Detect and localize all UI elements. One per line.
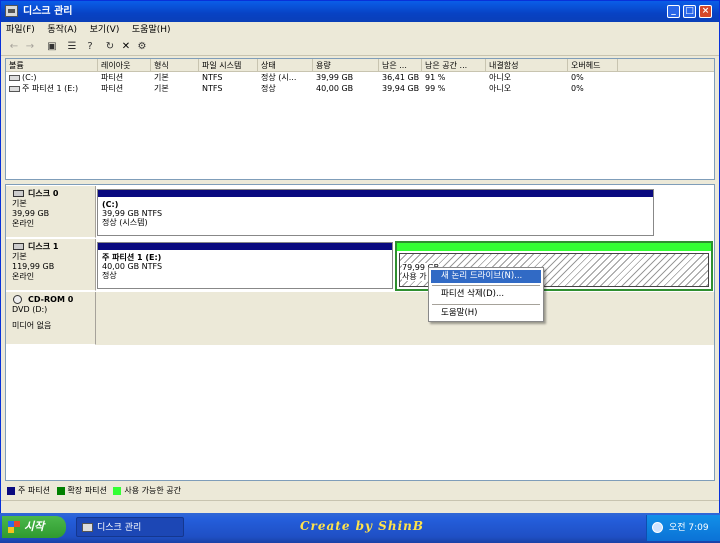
column-status[interactable]: 상태 <box>258 59 313 72</box>
windows-flag-icon <box>8 521 20 533</box>
disk-management-icon <box>82 523 93 532</box>
column-type[interactable]: 형식 <box>151 59 199 72</box>
legend-swatch-primary <box>7 486 15 495</box>
partition-e[interactable]: 주 파티션 1 (E:) 40,00 GB NTFS 정상 <box>97 242 393 289</box>
window-title: 디스크 관리 <box>23 6 73 17</box>
menu-help-item[interactable]: 도움말(H) <box>431 307 541 320</box>
disk-management-window: 디스크 관리 _ □ × 파일(F) 동작(A) 보기(V) 도움말(H) ← … <box>0 0 720 513</box>
tray-status-icon[interactable] <box>652 522 663 533</box>
column-file-system[interactable]: 파일 시스템 <box>199 59 258 72</box>
maximize-button[interactable]: □ <box>683 5 696 18</box>
menu-separator <box>432 285 540 286</box>
start-button[interactable]: 시작 <box>2 516 66 538</box>
cdrom-0-label[interactable]: CD-ROM 0 DVD (D:) 미디어 없음 <box>6 292 96 345</box>
system-tray: 오전 7:09 <box>646 515 720 541</box>
volume-list: 볼륨 레이아웃 형식 파일 시스템 상태 용량 남은 ... 남은 공간 ...… <box>5 58 715 180</box>
toolbar: ← → ▣ ☰ ? ↻ ✕ ⚙ <box>1 38 719 56</box>
status-bar <box>1 500 719 513</box>
cd-drive-icon <box>13 295 22 304</box>
disk-graphical-view: 디스크 0 기본 39,99 GB 온라인 (C:) 39,99 GB NTFS… <box>5 184 715 481</box>
menu-view[interactable]: 보기(V) <box>85 22 125 38</box>
menu-action[interactable]: 동작(A) <box>42 22 82 38</box>
column-free-space[interactable]: 남은 ... <box>379 59 422 72</box>
column-overhead[interactable]: 오버헤드 <box>568 59 618 72</box>
legend-swatch-free <box>113 486 122 495</box>
taskbar-item-disk-management[interactable]: 디스크 관리 <box>76 517 184 537</box>
title-bar[interactable]: 디스크 관리 _ □ × <box>1 1 719 22</box>
close-button[interactable]: × <box>699 5 712 18</box>
minimize-button[interactable]: _ <box>667 5 680 18</box>
legend-swatch-extended <box>56 486 65 495</box>
taskbar: 시작 디스크 관리 Create by ShinB 오전 7:09 <box>0 513 720 543</box>
properties-icon[interactable]: ☰ <box>65 40 79 54</box>
forward-arrow-icon[interactable]: → <box>23 40 37 54</box>
hard-disk-icon <box>13 190 24 197</box>
primary-partition-bar <box>98 243 392 250</box>
back-arrow-icon[interactable]: ← <box>7 40 21 54</box>
menu-separator <box>432 304 540 305</box>
primary-partition-bar <box>98 190 653 197</box>
volume-icon <box>9 85 20 92</box>
cdrom-empty-area <box>96 292 714 345</box>
column-layout[interactable]: 레이아웃 <box>98 59 151 72</box>
console-icon[interactable]: ▣ <box>45 40 59 54</box>
menu-new-logical-drive[interactable]: 새 논리 드라이브(N)... <box>431 270 541 283</box>
context-menu: 새 논리 드라이브(N)... 파티션 삭제(D)... 도움말(H) <box>428 267 544 322</box>
volume-icon <box>9 74 20 81</box>
column-capacity[interactable]: 용량 <box>313 59 379 72</box>
disk-0-label[interactable]: 디스크 0 기본 39,99 GB 온라인 <box>6 186 96 238</box>
help-icon[interactable]: ? <box>83 40 97 54</box>
delete-icon[interactable]: ✕ <box>119 40 133 54</box>
column-fault-tolerance[interactable]: 내결함성 <box>486 59 568 72</box>
settings-icon[interactable]: ⚙ <box>135 40 149 54</box>
menu-file[interactable]: 파일(F) <box>1 22 40 38</box>
hard-disk-icon <box>13 243 24 250</box>
table-row[interactable]: 주 파티션 1 (E:) 파티션 기본 NTFS 정상 40,00 GB 39,… <box>6 83 714 94</box>
brand-text: Create by ShinB <box>300 519 424 533</box>
clock: 오전 7:09 <box>669 523 709 533</box>
free-space-bar <box>397 243 711 251</box>
column-volume[interactable]: 볼륨 <box>6 59 98 72</box>
partition-c[interactable]: (C:) 39,99 GB NTFS 정상 (시스템) <box>97 189 654 236</box>
volume-list-header: 볼륨 레이아웃 형식 파일 시스템 상태 용량 남은 ... 남은 공간 ...… <box>6 59 714 72</box>
legend: 주 파티션 확장 파티션 사용 가능한 공간 <box>5 484 715 498</box>
menu-bar: 파일(F) 동작(A) 보기(V) 도움말(H) <box>1 22 719 38</box>
refresh-icon[interactable]: ↻ <box>103 40 117 54</box>
table-row[interactable]: (C:) 파티션 기본 NTFS 정상 (시... 39,99 GB 36,41… <box>6 72 714 83</box>
menu-delete-partition[interactable]: 파티션 삭제(D)... <box>431 288 541 301</box>
menu-help[interactable]: 도움말(H) <box>127 22 176 38</box>
column-free-percent[interactable]: 남은 공간 ... <box>422 59 486 72</box>
disk-management-icon <box>5 5 18 17</box>
disk-1-label[interactable]: 디스크 1 기본 119,99 GB 온라인 <box>6 239 96 291</box>
